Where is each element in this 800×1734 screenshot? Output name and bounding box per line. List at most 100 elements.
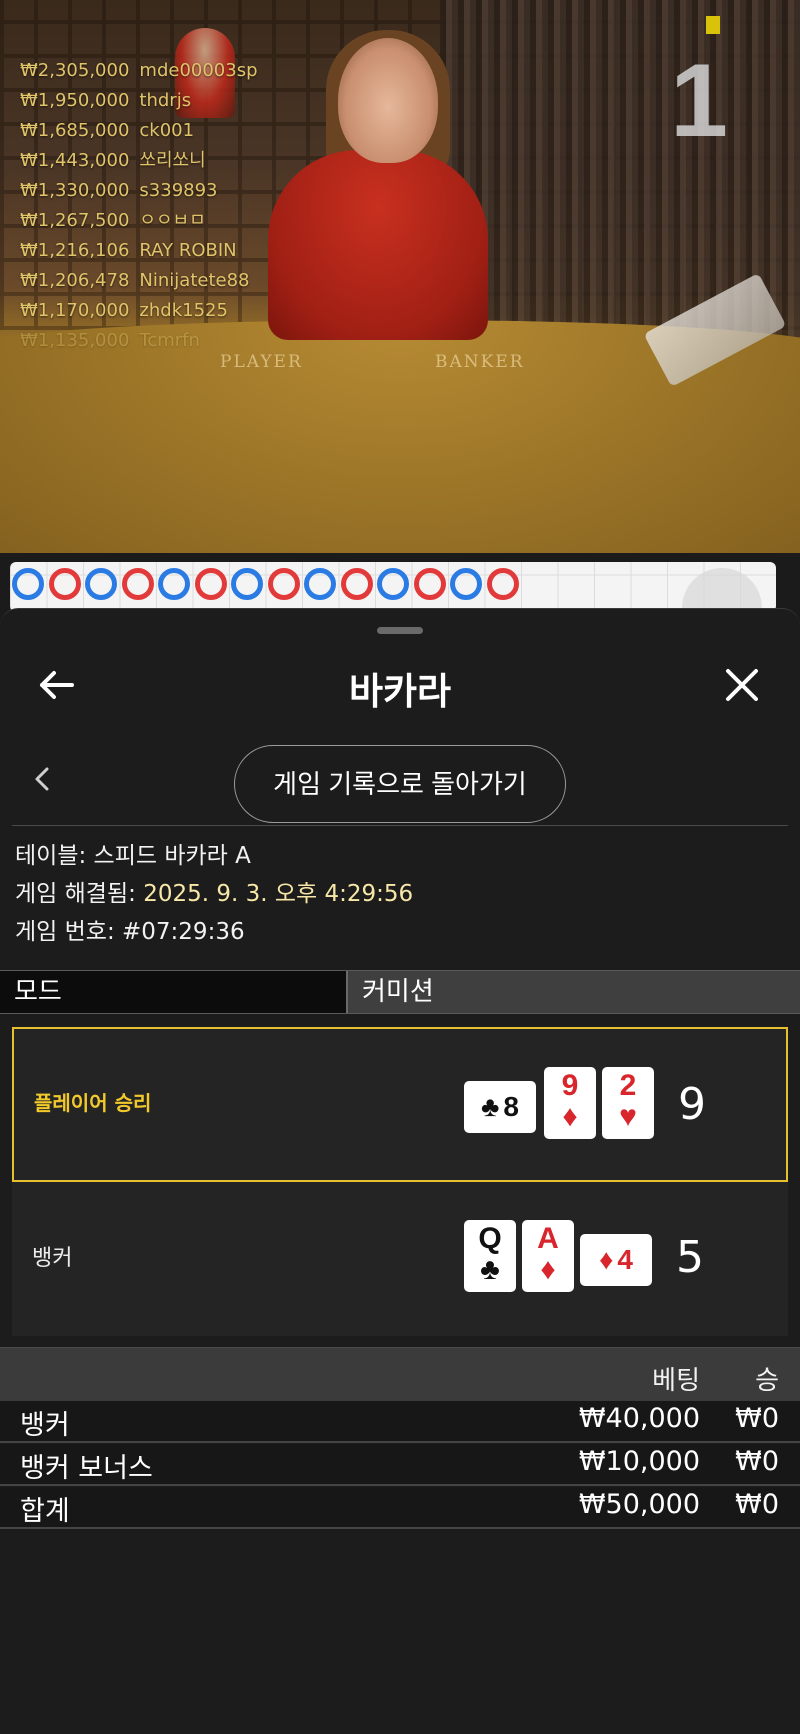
table-info-value: 스피드 바카라 A (93, 843, 251, 869)
live-video: PLAYER BANKER 1 ₩2,305,000 mde00003sp ₩1,9… (0, 0, 800, 553)
banker-bead (267, 568, 300, 600)
leaderboard-name: zhdk1525 (139, 300, 228, 321)
leaderboard-row: ₩1,685,000 ck001 (20, 116, 258, 146)
player-bead (85, 568, 117, 600)
mode-value: 커미션 (346, 971, 800, 1013)
banker-bead (121, 568, 154, 600)
leaderboard-amount: ₩1,135,000 (20, 330, 130, 351)
chevron-left-icon (35, 767, 49, 791)
resolved-info-label: 게임 해결됨: (15, 881, 136, 907)
history-nav: 게임 기록으로 돌아가기 (0, 737, 800, 823)
game-number-value: #07:29:36 (122, 919, 245, 945)
table-info: 테이블: 스피드 바카라 A (15, 837, 413, 875)
bet-name: 뱅커 (20, 1410, 70, 1441)
card-rank: 2 (619, 1069, 637, 1102)
card-rank: 4 (617, 1244, 633, 1275)
bet-name: 합계 (20, 1496, 70, 1527)
bet-win: ₩0 (735, 1446, 779, 1477)
leaderboard-amount: ₩1,216,106 (20, 240, 130, 261)
bead-road[interactable] (10, 562, 776, 612)
card-rank: 8 (503, 1091, 519, 1122)
dealer-head (338, 38, 438, 163)
playing-card: A ♦ (522, 1220, 574, 1292)
card-suit-icon: ♦ (540, 1253, 556, 1286)
player-hand-label: 플레이어 승리 (34, 1091, 152, 1115)
game-info: 테이블: 스피드 바카라 A 게임 해결됨: 2025. 9. 3. 오후 4:… (15, 837, 413, 951)
resolved-info-value: 2025. 9. 3. 오후 4:29:56 (143, 881, 414, 907)
leaderboard-name: mde00003sp (139, 60, 258, 81)
playing-card: 9 ♦ (544, 1067, 596, 1139)
leaderboard-row: ₩1,950,000 thdrjs (20, 86, 258, 116)
bet-row-banker: 뱅커 ₩40,000 ₩0 (0, 1401, 800, 1443)
banker-bead (48, 568, 81, 600)
playing-card: ♣ 8 (464, 1081, 536, 1133)
winners-leaderboard: ₩2,305,000 mde00003sp ₩1,950,000 thdrjs ₩1,6… (20, 56, 258, 356)
leaderboard-amount: ₩1,206,478 (20, 270, 130, 291)
sheet-title: 바카라 (348, 670, 452, 713)
player-bead (450, 568, 482, 600)
card-suit-icon: ♣ (480, 1253, 500, 1286)
win-column-header: 승 (755, 1366, 779, 1396)
leaderboard-amount: ₩1,170,000 (20, 300, 130, 321)
table-label-banker: BANKER (435, 352, 525, 372)
bets-header: 베팅 승 (0, 1347, 800, 1401)
dealer-body (268, 150, 488, 340)
player-bead (231, 568, 263, 600)
leaderboard-name: Tcmrfn (139, 330, 200, 351)
back-to-history-button[interactable]: 게임 기록으로 돌아가기 (234, 745, 566, 823)
leaderboard-row: ₩1,330,000 s339893 (20, 176, 258, 206)
sheet-header: 바카라 (0, 649, 800, 723)
card-rank: A (537, 1222, 559, 1255)
banker-hand-label: 뱅커 (32, 1246, 73, 1271)
leaderboard-amount: ₩1,330,000 (20, 180, 130, 201)
leaderboard-row: ₩1,135,000 Tcmrfn (20, 326, 258, 356)
card-rank: Q (478, 1222, 502, 1255)
leaderboard-name: s339893 (139, 180, 218, 201)
leaderboard-row: ₩1,170,000 zhdk1525 (20, 296, 258, 326)
leaderboard-row: ₩1,267,500 ㅇㅇㅂㅁ (20, 206, 258, 236)
banker-bead (413, 568, 446, 600)
player-hand-score: 9 (678, 1079, 706, 1130)
bet-row-banker-bonus: 뱅커 보너스 ₩10,000 ₩0 (0, 1444, 800, 1486)
banker-bead (194, 568, 227, 600)
playing-card: Q ♣ (464, 1220, 516, 1292)
player-bead (304, 568, 336, 600)
hand-results: 플레이어 승리 9 ♣ 8 9 ♦ 2 ♥ 뱅커 5 Q ♣ A ♦ ♦ 4 (12, 1027, 788, 1336)
bet-win: ₩0 (735, 1489, 779, 1520)
bet-amount: ₩10,000 (578, 1446, 700, 1477)
player-hand-row: 플레이어 승리 9 ♣ 8 9 ♦ 2 ♥ (12, 1027, 788, 1182)
leaderboard-name: ㅇㅇㅂㅁ (139, 210, 206, 231)
leaderboard-name: ck001 (139, 120, 195, 141)
resolved-info: 게임 해결됨: 2025. 9. 3. 오후 4:29:56 (15, 875, 413, 913)
leaderboard-amount: ₩1,443,000 (20, 150, 130, 171)
card-suit-icon: ♦ (562, 1100, 578, 1133)
leaderboard-row: ₩2,305,000 mde00003sp (20, 56, 258, 86)
bet-amount: ₩50,000 (578, 1489, 700, 1520)
game-number-info: 게임 번호: #07:29:36 (15, 913, 413, 951)
previous-game-button[interactable] (18, 755, 66, 803)
card-rank: 9 (561, 1069, 579, 1102)
leaderboard-amount: ₩1,685,000 (20, 120, 130, 141)
bet-column-header: 베팅 (652, 1366, 700, 1396)
card-suit-icon: ♣ (481, 1091, 500, 1122)
round-number: 1 (670, 43, 728, 159)
card-suit-icon: ♥ (619, 1100, 637, 1133)
banker-hand-row: 뱅커 5 Q ♣ A ♦ ♦ 4 (12, 1182, 788, 1336)
card-suit-icon: ♦ (599, 1244, 614, 1275)
bet-win: ₩0 (735, 1403, 779, 1434)
corner-marker (706, 16, 720, 34)
leaderboard-amount: ₩1,267,500 (20, 210, 130, 231)
leaderboard-amount: ₩1,950,000 (20, 90, 130, 111)
sheet-grabber[interactable] (377, 627, 423, 634)
banker-hand-score: 5 (676, 1232, 704, 1283)
banker-bead (486, 568, 519, 600)
leaderboard-name: thdrjs (139, 90, 192, 111)
playing-card: ♦ 4 (580, 1234, 652, 1286)
close-icon (726, 669, 758, 701)
close-button[interactable] (718, 661, 766, 709)
player-bead (158, 568, 190, 600)
banker-bead (340, 568, 373, 600)
playing-card: 2 ♥ (602, 1067, 654, 1139)
player-bead (12, 568, 44, 600)
leaderboard-row: ₩1,206,478 Ninijatete88 (20, 266, 258, 296)
